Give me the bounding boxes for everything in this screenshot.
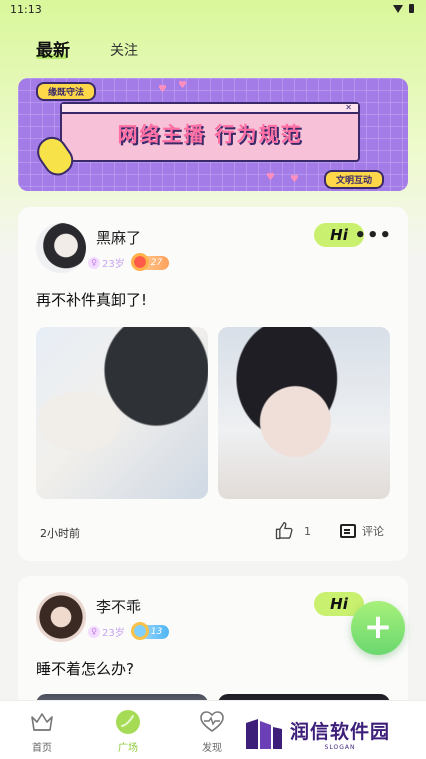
level-badge: 27 — [130, 252, 170, 271]
nav-label: 发现 — [202, 743, 222, 754]
banner-title: 网络主播 行为规范 — [117, 122, 303, 146]
banner-action: 文明互动 — [323, 170, 384, 189]
status-time: 11:13 — [10, 3, 42, 16]
like-button[interactable]: 1 — [274, 521, 311, 541]
watermark-logo-icon — [246, 719, 282, 749]
battery-icon — [409, 4, 414, 13]
status-icons — [393, 4, 414, 13]
comment-button[interactable]: 评论 — [340, 523, 384, 539]
age-badge: ♀ 23岁 — [88, 624, 125, 639]
post-time: 2小时前 — [40, 527, 80, 540]
create-post-button[interactable]: + — [351, 601, 405, 655]
post-photo[interactable] — [218, 327, 390, 499]
heart-icon: ♥ — [178, 80, 187, 91]
username[interactable]: 李不乖 — [96, 596, 141, 617]
nav-discover[interactable]: 发现 — [182, 709, 242, 754]
comment-label: 评论 — [362, 525, 384, 538]
level-text: 13 — [150, 626, 163, 637]
like-count: 1 — [304, 524, 311, 538]
female-icon: ♀ — [88, 256, 100, 269]
avatar[interactable] — [36, 223, 86, 273]
heart-icon: ♥ — [158, 84, 167, 95]
user-meta: ♀ 23岁 27 — [88, 252, 170, 271]
level-text: 27 — [150, 257, 163, 268]
level-icon — [130, 621, 149, 640]
banner-tag: 缘既守法 — [36, 82, 97, 101]
female-icon: ♀ — [88, 625, 100, 638]
nav-home[interactable]: 首页 — [12, 709, 72, 754]
age-badge: ♀ 23岁 — [88, 255, 125, 270]
tab-latest[interactable]: 最新 — [36, 36, 70, 61]
top-tabs: 最新 关注 — [36, 36, 138, 61]
user-meta: ♀ 23岁 13 — [88, 621, 170, 640]
age-text: 23岁 — [102, 628, 125, 639]
wifi-icon — [393, 4, 403, 13]
level-icon — [130, 252, 149, 271]
post-photo[interactable] — [36, 327, 208, 499]
age-text: 23岁 — [102, 259, 125, 270]
status-bar: 11:13 — [0, 0, 426, 20]
leaf-icon — [116, 710, 140, 734]
crown-icon — [31, 713, 53, 731]
heart-icon: ♥ — [290, 174, 299, 185]
nav-square[interactable]: 广场 — [98, 709, 158, 754]
tab-follow[interactable]: 关注 — [110, 40, 138, 61]
banner-window: ✕ 网络主播 行为规范 — [60, 102, 360, 162]
post-text: 再不补件真卸了! — [36, 291, 148, 309]
watermark-slogan: SLOGAN — [324, 744, 356, 751]
post-card[interactable]: 黑麻了 ♀ 23岁 27 Hi ••• 再不补件真卸了! 2小时前 1 评论 — [18, 207, 408, 561]
close-icon: ✕ — [345, 103, 352, 112]
nav-label: 首页 — [32, 743, 52, 754]
announcement-banner[interactable]: ♥ ♥ ♥ ♥ 缘既守法 ✕ 网络主播 行为规范 文明互动 — [18, 78, 408, 191]
watermark-title: 润信软件园 — [290, 721, 391, 743]
heart-icon: ♥ — [266, 172, 275, 183]
nav-label: 广场 — [118, 743, 138, 754]
thumbs-up-icon — [275, 522, 293, 540]
avatar[interactable] — [36, 592, 86, 642]
more-icon[interactable]: ••• — [354, 225, 392, 246]
watermark: 润信软件园 SLOGAN — [244, 715, 414, 753]
comment-icon — [340, 524, 356, 538]
username[interactable]: 黑麻了 — [96, 227, 141, 248]
heart-pulse-icon — [200, 711, 224, 732]
post-text: 睡不着怎么办? — [36, 660, 134, 678]
level-badge: 13 — [130, 621, 170, 640]
